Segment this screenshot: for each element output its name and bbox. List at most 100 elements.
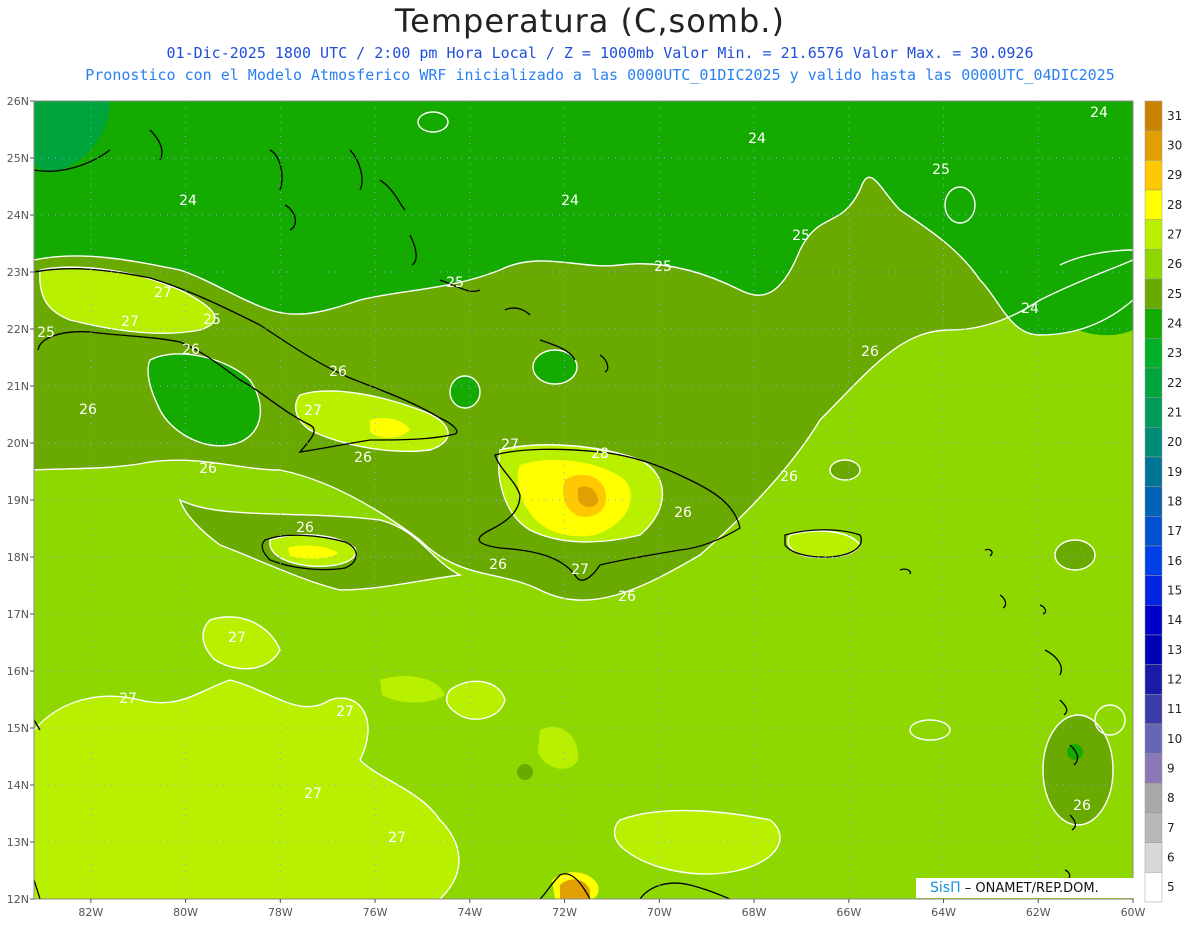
colorbar-label: 23 xyxy=(1167,346,1182,360)
colorbar-swatch xyxy=(1144,812,1163,843)
colorbar-swatch xyxy=(1144,308,1163,339)
colorbar-swatch xyxy=(1144,783,1163,814)
colorbar-label: 19 xyxy=(1167,465,1182,479)
colorbar-label: 31 xyxy=(1167,109,1182,123)
colorbar-label: 10 xyxy=(1167,732,1182,746)
lat-label: 25N xyxy=(7,152,29,165)
lon-label: 64W xyxy=(931,906,956,919)
colorbar-swatch xyxy=(1144,664,1163,695)
colorbar-swatch xyxy=(1144,278,1163,309)
colorbar-label: 11 xyxy=(1167,702,1182,716)
contour-label: 25 xyxy=(37,325,55,341)
lat-label: 14N xyxy=(7,779,29,792)
colorbar-label: 13 xyxy=(1167,643,1182,657)
colorbar-swatch xyxy=(1144,605,1163,636)
colorbar-swatch xyxy=(1144,516,1163,547)
lat-label: 19N xyxy=(7,494,29,507)
colorbar-swatch xyxy=(1144,367,1163,398)
lon-label: 70W xyxy=(647,906,672,919)
colorbar-swatch xyxy=(1144,486,1163,517)
colorbar-swatch xyxy=(1144,249,1163,280)
colorbar-swatch xyxy=(1144,456,1163,487)
colorbar-label: 15 xyxy=(1167,584,1182,598)
contour-label: 27 xyxy=(119,691,137,707)
contour-label: 25 xyxy=(203,312,221,328)
colorbar-label: 7 xyxy=(1167,821,1175,835)
contour-label: 26 xyxy=(1073,798,1091,814)
latitude-labels: 26N 25N 24N 23N 22N 21N 20N 19N 18N 17N 16N 15N 14N 1… xyxy=(7,95,34,906)
contour-label: 26 xyxy=(674,505,692,521)
colorbar-label: 17 xyxy=(1167,524,1182,538)
colorbar-swatch xyxy=(1144,545,1163,576)
colorbar: 31 30 29 28 27 26 25 24 23 22 21 20 19 18 17 16 15 14 13 12… xyxy=(1144,100,1182,903)
longitude-labels: 82W 80W 78W 76W 74W 72W 70W 68W 66W 64W 62W 60W xyxy=(78,899,1146,919)
colorbar-swatch xyxy=(1144,575,1163,606)
contour-label: 26 xyxy=(79,402,97,418)
contour-label: 28 xyxy=(591,446,609,462)
lat-label: 20N xyxy=(7,437,29,450)
contour-label: 27 xyxy=(388,830,406,846)
colorbar-swatch xyxy=(1144,694,1163,725)
zone-24-spot xyxy=(1067,744,1083,760)
colorbar-swatch xyxy=(1144,219,1163,250)
contour-label: 26 xyxy=(199,461,217,477)
credit-text: – ONAMET/REP.DOM. xyxy=(964,881,1099,896)
lat-label: 12N xyxy=(7,893,29,906)
lat-label: 24N xyxy=(7,209,29,222)
colorbar-label: 24 xyxy=(1167,317,1182,331)
lat-label: 21N xyxy=(7,380,29,393)
lon-label: 66W xyxy=(836,906,861,919)
lon-label: 74W xyxy=(457,906,482,919)
contour-label: 24 xyxy=(748,131,766,147)
lat-label: 23N xyxy=(7,266,29,279)
lon-label: 78W xyxy=(268,906,293,919)
contour-label: 26 xyxy=(354,450,372,466)
colorbar-swatch xyxy=(1144,723,1163,754)
contour-label: 24 xyxy=(1021,301,1039,317)
contour-label: 26 xyxy=(861,344,879,360)
colorbar-swatch xyxy=(1144,100,1163,131)
contour-label: 25 xyxy=(446,275,464,291)
contour-label: 26 xyxy=(489,557,507,573)
lat-label: 17N xyxy=(7,608,29,621)
colorbar-swatch xyxy=(1144,189,1163,220)
contour-label: 27 xyxy=(304,403,322,419)
colorbar-label: 16 xyxy=(1167,554,1182,568)
colorbar-swatch xyxy=(1144,753,1163,784)
lon-label: 82W xyxy=(78,906,103,919)
contour-label: 25 xyxy=(792,228,810,244)
contour-label: 26 xyxy=(780,469,798,485)
lon-label: 60W xyxy=(1121,906,1146,919)
contour-label: 26 xyxy=(182,342,200,358)
contour-label: 27 xyxy=(501,437,519,453)
colorbar-label: 20 xyxy=(1167,435,1182,449)
colorbar-label: 29 xyxy=(1167,168,1182,182)
lat-label: 15N xyxy=(7,722,29,735)
colorbar-label: 21 xyxy=(1167,406,1182,420)
lon-label: 62W xyxy=(1026,906,1051,919)
colorbar-label: 28 xyxy=(1167,198,1182,212)
contour-label: 27 xyxy=(571,562,589,578)
lon-label: 72W xyxy=(552,906,577,919)
colorbar-label: 30 xyxy=(1167,139,1182,153)
contour-label: 27 xyxy=(304,786,322,802)
contour-label: 24 xyxy=(179,193,197,209)
contour-label: 27 xyxy=(154,285,172,301)
lat-label: 22N xyxy=(7,323,29,336)
contour-label: 24 xyxy=(561,193,579,209)
lon-label: 76W xyxy=(363,906,388,919)
colorbar-swatch xyxy=(1144,160,1163,191)
contour-label: 26 xyxy=(329,364,347,380)
contour-label: 27 xyxy=(228,630,246,646)
colorbar-swatch xyxy=(1144,634,1163,665)
zone-24-spot xyxy=(517,764,533,780)
colorbar-swatch xyxy=(1144,130,1163,161)
temperature-map: 26N 25N 24N 23N 22N 21N 20N 19N 18N 17N 16N 15N 14N 1… xyxy=(7,95,1183,919)
colorbar-label: 27 xyxy=(1167,228,1182,242)
contour-label: 25 xyxy=(654,259,672,275)
colorbar-label: 26 xyxy=(1167,257,1182,271)
lat-label: 26N xyxy=(7,95,29,108)
lat-label: 13N xyxy=(7,836,29,849)
contour-label: 26 xyxy=(618,589,636,605)
colorbar-label: 8 xyxy=(1167,791,1175,805)
